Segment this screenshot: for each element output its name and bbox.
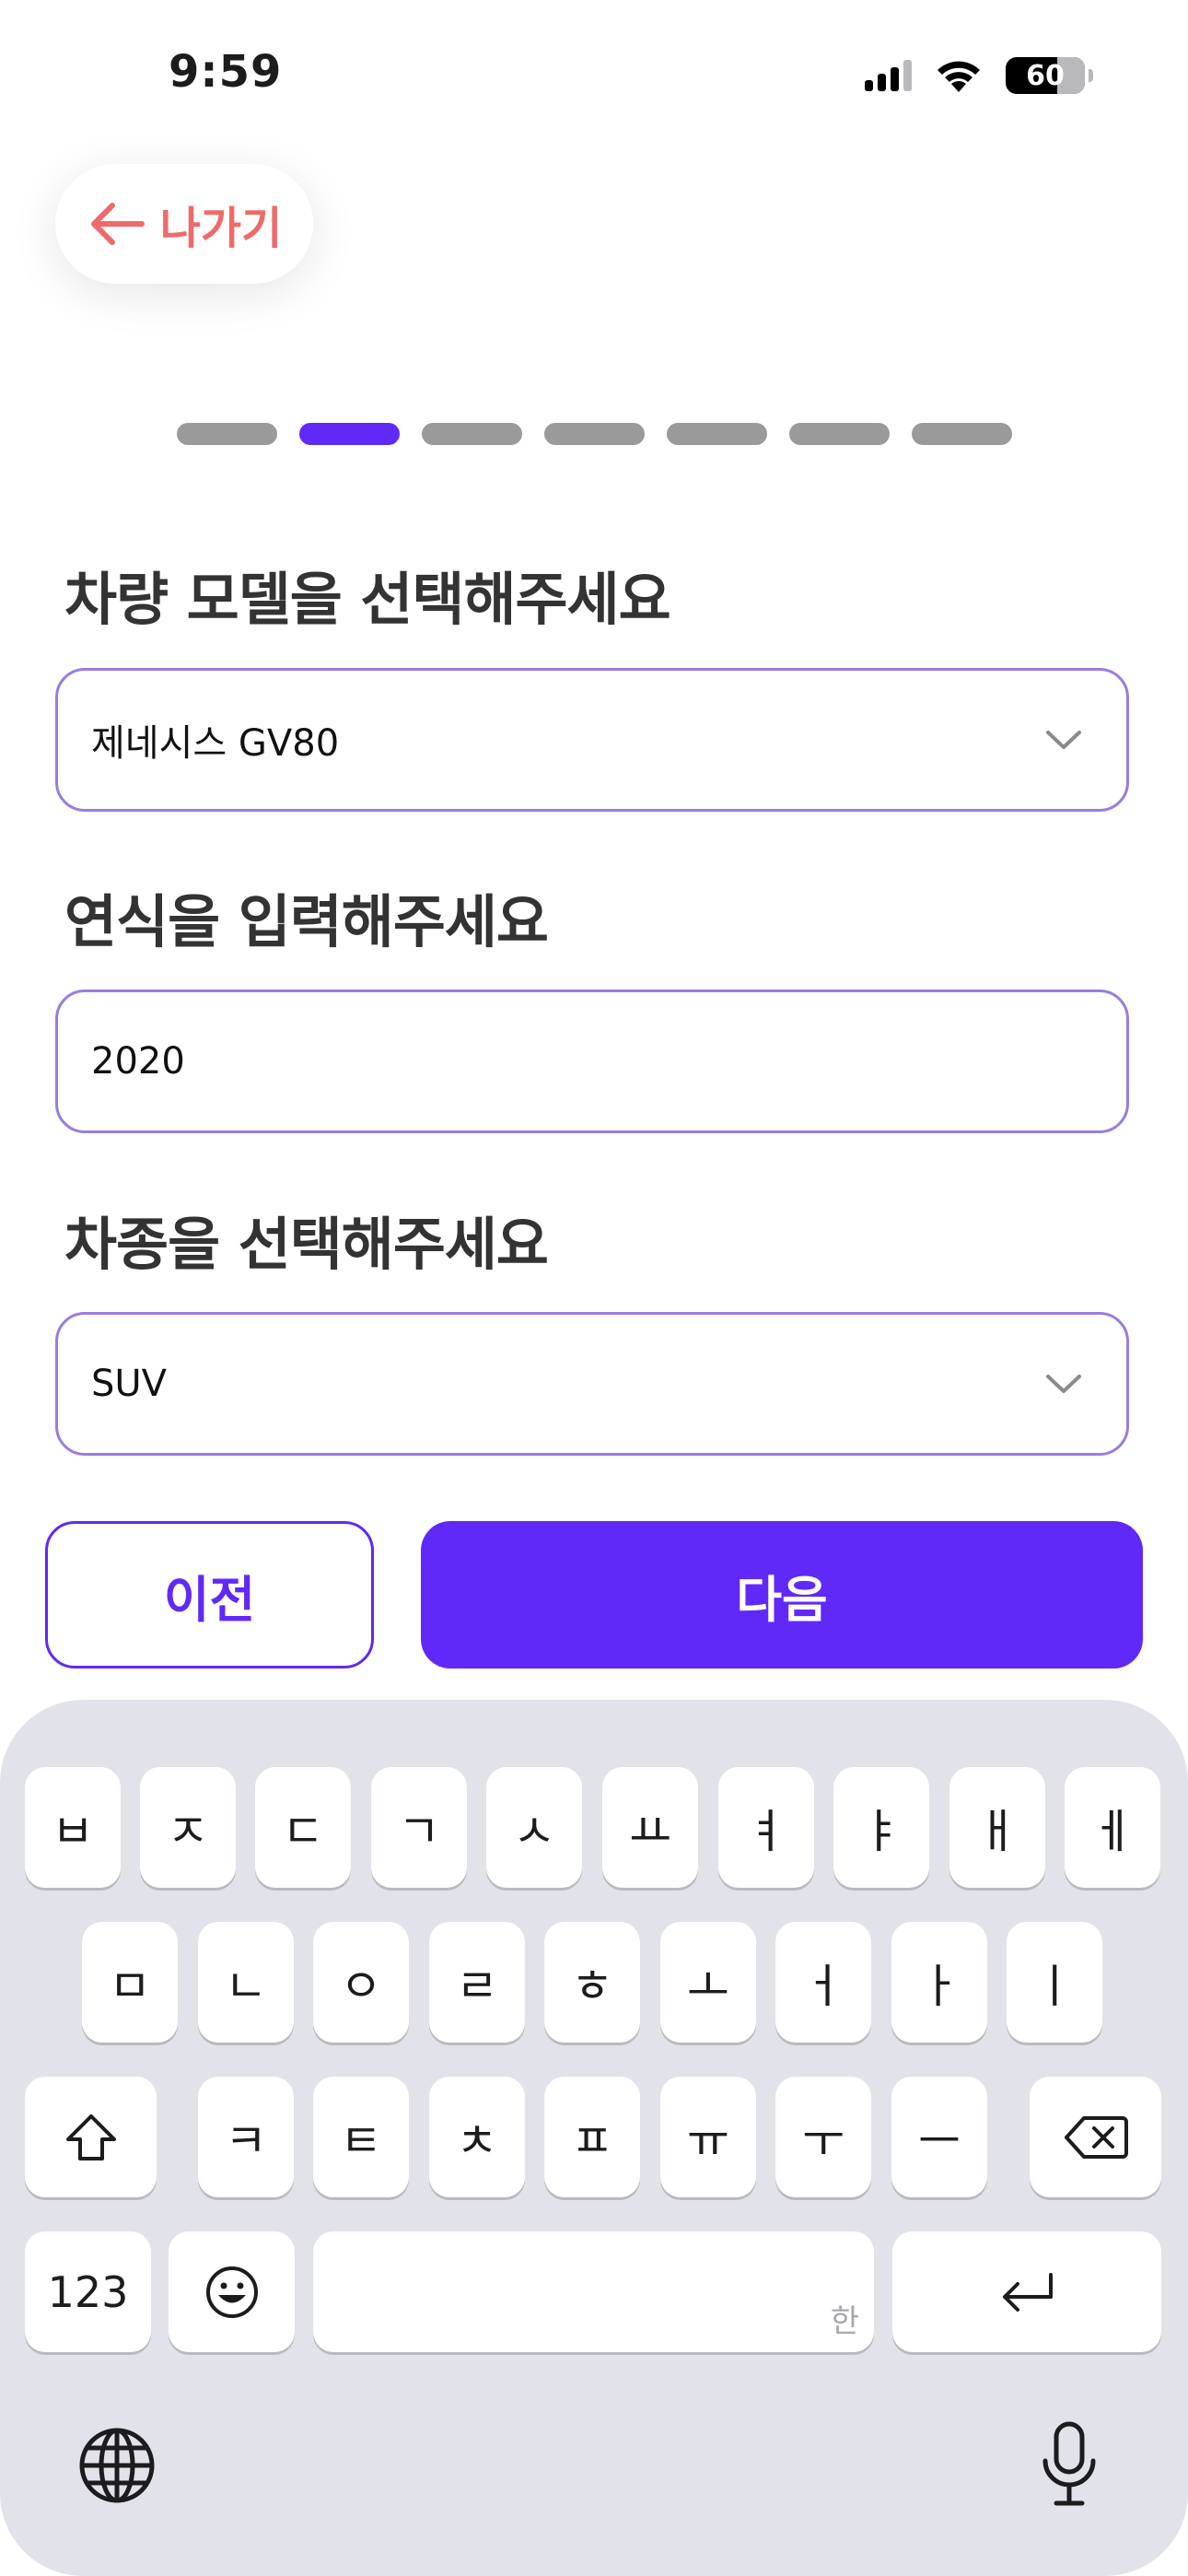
key[interactable]: ㅈ: [140, 1767, 236, 1888]
space-language-hint: 한: [830, 2303, 859, 2340]
status-time: 9:59: [169, 46, 283, 98]
step-progress: [177, 423, 1012, 445]
battery-icon: 60: [1006, 57, 1093, 94]
type-value: SUV: [91, 1363, 168, 1405]
key[interactable]: ㅁ: [82, 1922, 178, 2043]
model-value: 제네시스 GV80: [91, 722, 340, 765]
year-value: 2020: [91, 1040, 185, 1083]
arrow-left-icon: [90, 203, 145, 245]
shift-key[interactable]: [25, 2077, 157, 2197]
keyboard: ㅂ ㅈ ㄷ ㄱ ㅅ ㅛ ㅕ ㅑ ㅐ ㅔ ㅁ ㄴ ㅇ ㄹ ㅎ ㅗ ㅓ ㅏ ㅣ ㅋ …: [0, 1700, 1188, 2576]
step-indicator: [544, 423, 645, 445]
key[interactable]: ㅐ: [949, 1767, 1045, 1888]
status-icons: 60: [865, 57, 1093, 94]
key[interactable]: ㄹ: [429, 1922, 525, 2043]
backspace-icon: [1064, 2115, 1128, 2159]
backspace-key[interactable]: [1030, 2077, 1161, 2197]
numbers-key[interactable]: 123: [25, 2231, 151, 2352]
key[interactable]: ㅛ: [602, 1767, 698, 1888]
key[interactable]: ㅅ: [486, 1767, 582, 1888]
previous-button[interactable]: 이전: [45, 1521, 374, 1669]
key[interactable]: ㅔ: [1065, 1767, 1160, 1888]
key[interactable]: ㅗ: [660, 1922, 756, 2043]
key[interactable]: ㅇ: [313, 1922, 409, 2043]
key[interactable]: ㅎ: [544, 1922, 640, 2043]
next-button[interactable]: 다음: [421, 1521, 1143, 1669]
step-indicator: [667, 423, 767, 445]
cellular-signal-icon: [865, 60, 912, 91]
return-key[interactable]: [892, 2231, 1161, 2352]
step-indicator: [789, 423, 890, 445]
key[interactable]: ㄱ: [371, 1767, 467, 1888]
type-select[interactable]: SUV: [55, 1312, 1129, 1456]
emoji-key[interactable]: [169, 2231, 295, 2352]
year-label: 연식을 입력해주세요: [64, 888, 549, 955]
step-indicator: [177, 423, 277, 445]
key[interactable]: ㅡ: [891, 2077, 987, 2197]
chevron-down-icon: [1046, 731, 1081, 749]
step-indicator: [912, 423, 1012, 445]
wifi-icon: [938, 61, 980, 92]
model-label: 차량 모델을 선택해주세요: [64, 566, 671, 633]
key[interactable]: ㅠ: [660, 2077, 756, 2197]
step-indicator-active: [299, 423, 400, 445]
type-label: 차종을 선택해주세요: [64, 1211, 549, 1278]
return-icon: [1003, 2272, 1053, 2312]
key[interactable]: ㅕ: [718, 1767, 814, 1888]
key[interactable]: ㅋ: [198, 2077, 294, 2197]
step-indicator: [422, 423, 522, 445]
key[interactable]: ㄴ: [198, 1922, 294, 2043]
key[interactable]: ㅏ: [891, 1922, 987, 2043]
key[interactable]: ㅓ: [775, 1922, 871, 2043]
key[interactable]: ㅜ: [775, 2077, 871, 2197]
key[interactable]: ㄷ: [255, 1767, 351, 1888]
key[interactable]: ㅍ: [544, 2077, 640, 2197]
shift-icon: [65, 2113, 116, 2160]
key[interactable]: ㅣ: [1007, 1922, 1102, 2043]
exit-button[interactable]: 나가기: [55, 164, 313, 284]
year-input[interactable]: 2020: [55, 989, 1129, 1133]
model-select[interactable]: 제네시스 GV80: [55, 668, 1129, 812]
key[interactable]: ㅑ: [833, 1767, 929, 1888]
battery-level: 60: [1026, 59, 1065, 92]
key[interactable]: ㅌ: [313, 2077, 409, 2197]
microphone-icon[interactable]: [1041, 2420, 1098, 2509]
emoji-icon: [205, 2266, 258, 2318]
exit-label: 나가기: [159, 203, 283, 254]
globe-icon[interactable]: [77, 2426, 157, 2505]
chevron-down-icon: [1046, 1375, 1081, 1393]
space-key[interactable]: 한: [313, 2231, 874, 2352]
key[interactable]: ㅂ: [25, 1767, 121, 1888]
key[interactable]: ㅊ: [429, 2077, 525, 2197]
